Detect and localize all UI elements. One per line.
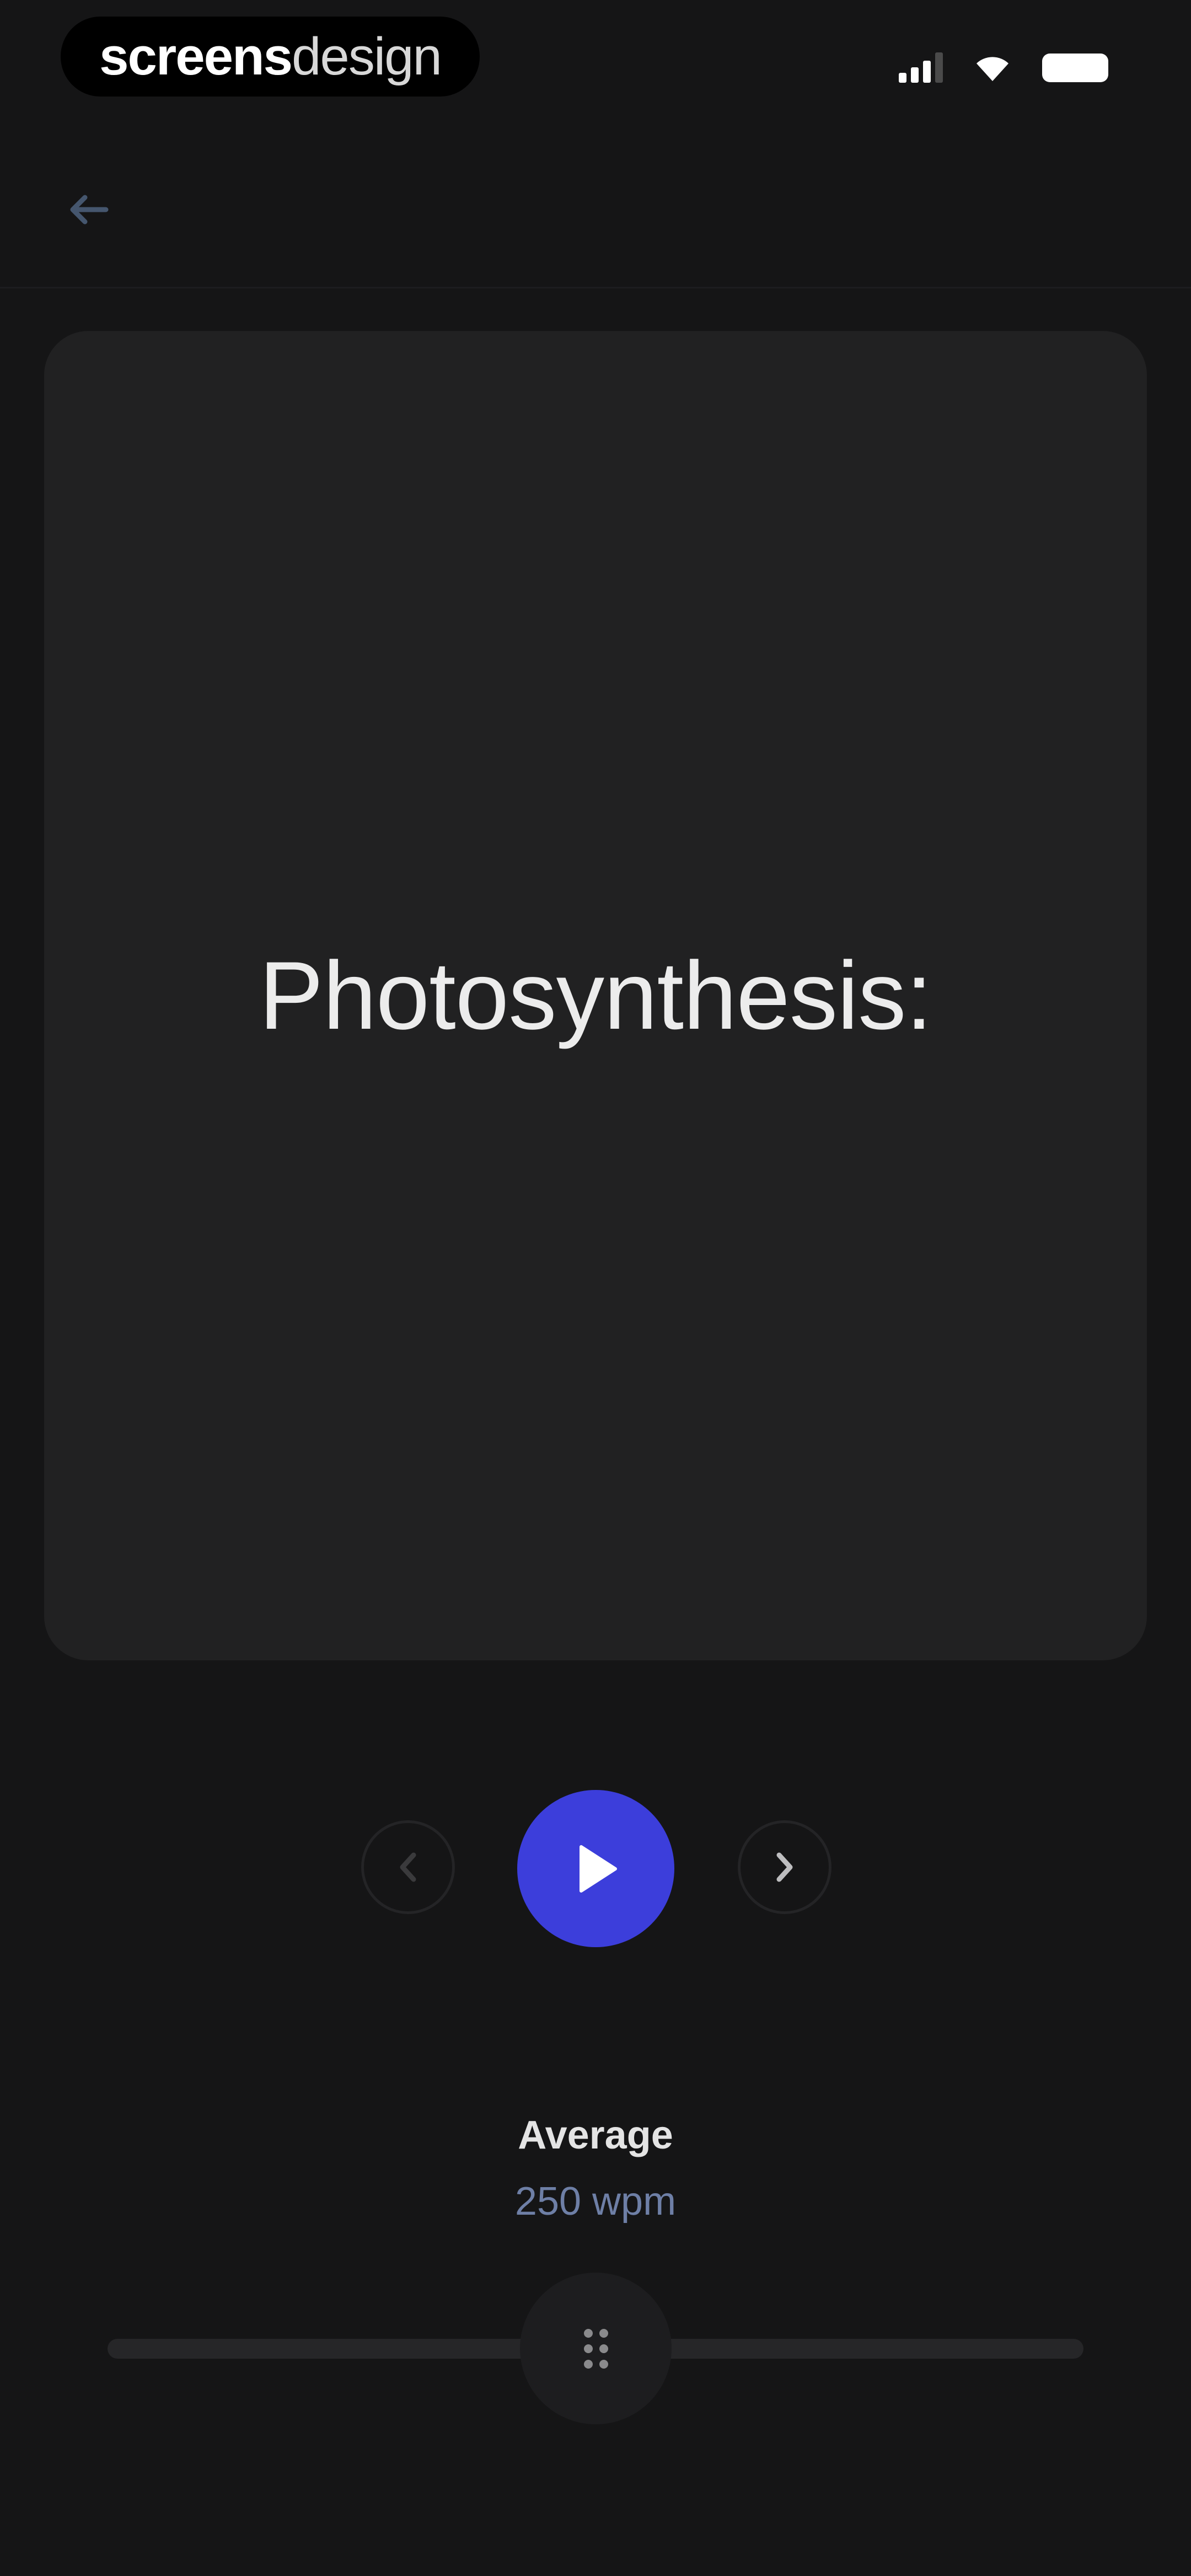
brand-logo: screens design bbox=[61, 17, 480, 97]
grip-icon bbox=[583, 2328, 608, 2369]
speed-slider-thumb[interactable] bbox=[520, 2273, 672, 2424]
play-icon bbox=[579, 1845, 617, 1893]
battery-icon bbox=[1042, 53, 1108, 82]
speed-value: 250 wpm bbox=[514, 2179, 677, 2224]
status-bar: screens design bbox=[0, 0, 1191, 127]
next-button[interactable] bbox=[738, 1820, 831, 1914]
chevron-right-icon bbox=[776, 1852, 793, 1882]
playback-controls bbox=[0, 1790, 1191, 1950]
speed-label: Average bbox=[518, 2113, 673, 2157]
current-word: Photosynthesis: bbox=[259, 942, 932, 1050]
reading-card: Photosynthesis: bbox=[44, 331, 1147, 1660]
play-button[interactable] bbox=[517, 1790, 674, 1947]
back-button[interactable] bbox=[61, 182, 116, 237]
brand-text-light: design bbox=[292, 26, 442, 86]
status-icons bbox=[899, 52, 1108, 83]
previous-button[interactable] bbox=[361, 1820, 455, 1914]
wifi-icon bbox=[977, 57, 1008, 81]
header-divider bbox=[0, 287, 1191, 288]
signal-icon bbox=[899, 52, 943, 83]
arrow-left-icon bbox=[70, 195, 109, 225]
brand-text-bold: screens bbox=[99, 26, 293, 86]
chevron-left-icon bbox=[400, 1852, 416, 1882]
